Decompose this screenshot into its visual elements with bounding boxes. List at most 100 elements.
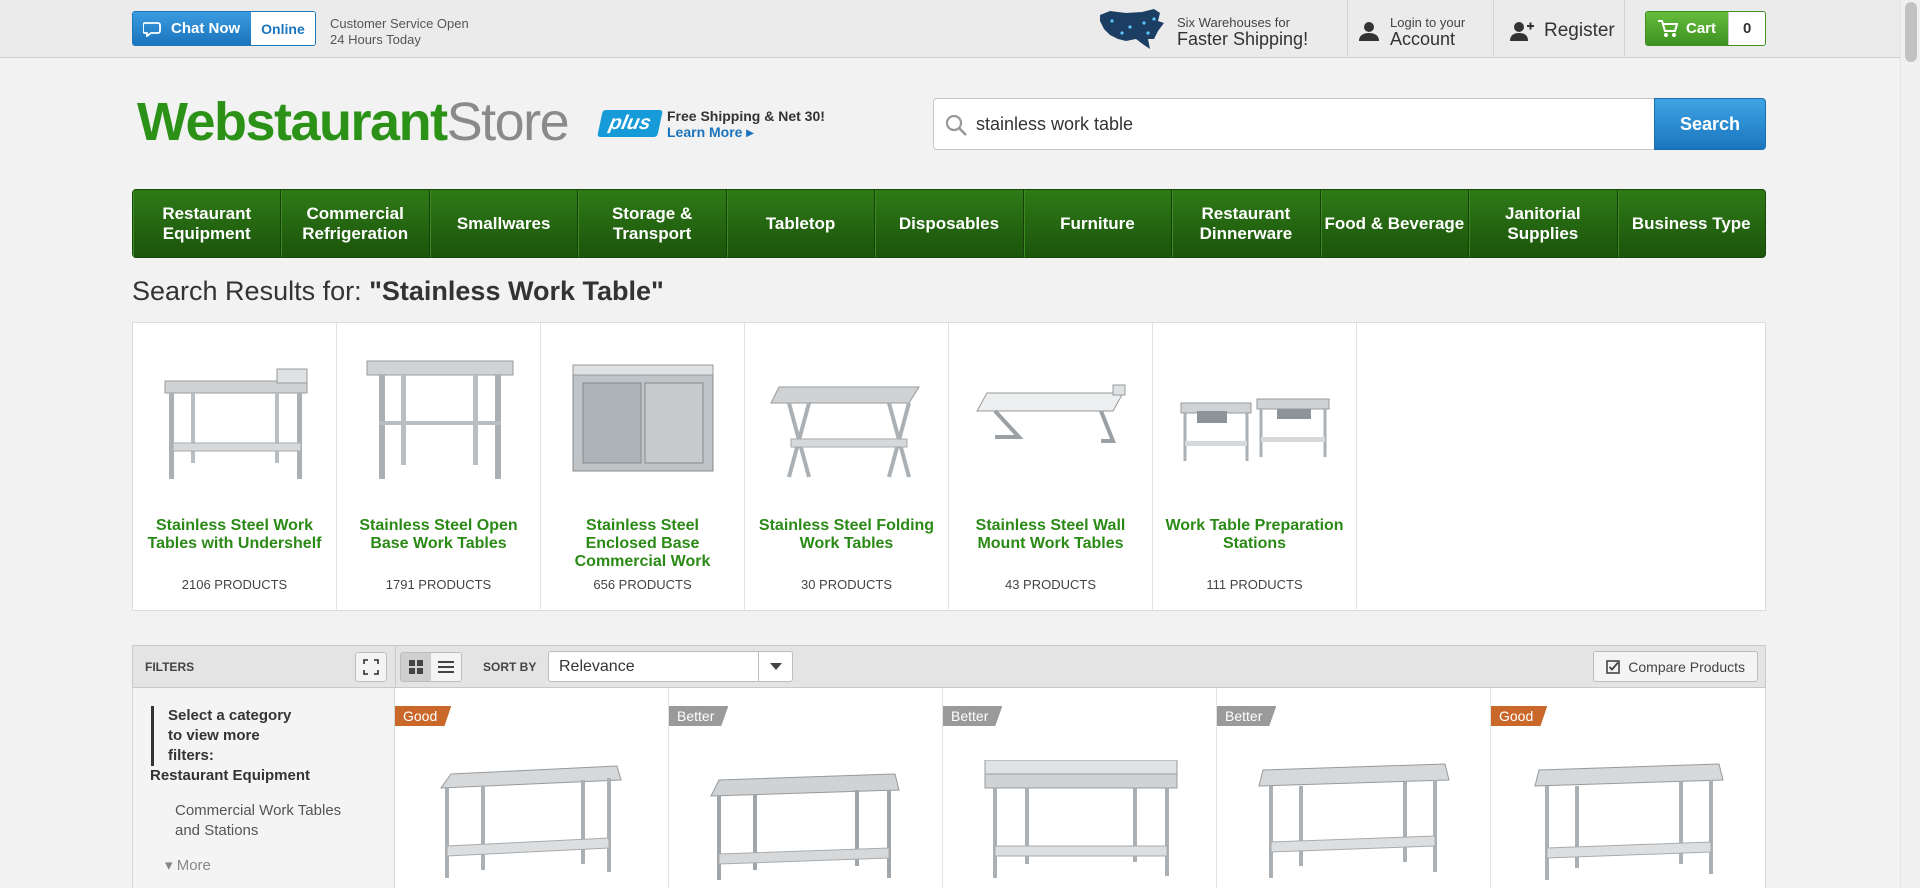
cart-icon bbox=[1658, 19, 1678, 37]
nav-item-restaurant-dinnerware[interactable]: Restaurant Dinnerware bbox=[1172, 190, 1321, 257]
register-link[interactable]: Register bbox=[1510, 20, 1615, 42]
expand-icon bbox=[363, 659, 379, 675]
cart-label-area[interactable]: Cart bbox=[1646, 12, 1729, 45]
category-count: 2106 PRODUCTS bbox=[181, 577, 288, 592]
nav-item-smallwares[interactable]: Smallwares bbox=[430, 190, 579, 257]
nav-item-tabletop[interactable]: Tabletop bbox=[727, 190, 876, 257]
view-toggle bbox=[400, 652, 462, 682]
plus-badge[interactable]: plus bbox=[597, 110, 663, 137]
category-name[interactable]: Stainless Steel Work Tables with Undersh… bbox=[141, 517, 328, 571]
scrollbar-thumb[interactable] bbox=[1905, 2, 1917, 62]
filter-sidebar: Select a category to view more filters: … bbox=[132, 688, 395, 888]
compare-products-label: Compare Products bbox=[1628, 658, 1745, 675]
account-login-link[interactable]: Login to your Account bbox=[1358, 14, 1465, 48]
register-label: Register bbox=[1544, 20, 1615, 41]
user-icon bbox=[1359, 22, 1379, 41]
folding-table-image bbox=[770, 386, 920, 478]
search-box bbox=[933, 98, 1654, 150]
category-tile[interactable]: Stainless Steel Enclosed Base Commercial… bbox=[541, 323, 745, 610]
grid-icon bbox=[409, 660, 423, 674]
customer-service-hours: Customer Service Open 24 Hours Today bbox=[330, 16, 469, 48]
cart-button[interactable]: Cart 0 bbox=[1645, 11, 1767, 46]
quality-badge: Good bbox=[1491, 706, 1548, 726]
service-line-2: 24 Hours Today bbox=[330, 32, 421, 47]
product-card[interactable]: Good bbox=[395, 688, 669, 888]
chat-now-text: Chat Now bbox=[171, 20, 241, 37]
product-image bbox=[984, 760, 1178, 878]
plus-promo: Free Shipping & Net 30! Learn More ▸ bbox=[667, 108, 825, 140]
list-view-button[interactable] bbox=[431, 653, 461, 681]
product-card[interactable]: Better bbox=[943, 688, 1217, 888]
cart-count: 0 bbox=[1728, 12, 1766, 45]
nav-item-disposables[interactable]: Disposables bbox=[875, 190, 1024, 257]
quality-badge: Better bbox=[943, 706, 1003, 726]
sidebar-more-link[interactable]: ▾ More bbox=[165, 856, 211, 874]
category-name[interactable]: Work Table Preparation Stations bbox=[1161, 517, 1348, 571]
search-button[interactable]: Search bbox=[1654, 98, 1766, 150]
category-count: 111 PRODUCTS bbox=[1206, 577, 1303, 592]
chat-bubble-icon bbox=[143, 21, 161, 37]
nav-item-storage-transport[interactable]: Storage & Transport bbox=[578, 190, 727, 257]
chat-now-label[interactable]: Chat Now bbox=[133, 12, 252, 45]
compare-products-button[interactable]: Compare Products bbox=[1593, 651, 1758, 682]
service-line-1: Customer Service Open bbox=[330, 16, 469, 31]
category-tile[interactable]: Stainless Steel Work Tables with Undersh… bbox=[133, 323, 337, 610]
nav-item-business-type[interactable]: Business Type bbox=[1618, 190, 1765, 257]
nav-item-furniture[interactable]: Furniture bbox=[1024, 190, 1173, 257]
account-line-2: Account bbox=[1390, 29, 1456, 49]
warehouse-promo[interactable]: Six Warehouses for Faster Shipping! bbox=[1177, 14, 1308, 48]
filter-bar: FILTERS SORT BY Relevance Compare Produc… bbox=[132, 645, 1766, 688]
sidebar-item-commercial-work-tables[interactable]: Commercial Work Tables and Stations bbox=[175, 801, 365, 841]
category-name[interactable]: Stainless Steel Enclosed Base Commercial… bbox=[549, 517, 736, 571]
divider bbox=[1493, 0, 1494, 58]
logo-primary: Webstaurant bbox=[137, 92, 448, 152]
category-count: 43 PRODUCTS bbox=[1004, 577, 1097, 592]
chevron-down-icon bbox=[758, 652, 792, 681]
plus-learn-more-link[interactable]: Learn More ▸ bbox=[667, 124, 825, 140]
expand-filters-button[interactable] bbox=[355, 652, 387, 682]
category-name[interactable]: Stainless Steel Wall Mount Work Tables bbox=[957, 517, 1144, 571]
search-results-title: Search Results for: "Stainless Work Tabl… bbox=[132, 276, 664, 307]
plus-tagline: Free Shipping & Net 30! bbox=[667, 108, 825, 124]
nav-item-janitorial-supplies[interactable]: Janitorial Supplies bbox=[1469, 190, 1618, 257]
chat-now-button[interactable]: Chat Now Online bbox=[132, 11, 316, 46]
nav-item-restaurant-equipment[interactable]: Restaurant Equipment bbox=[133, 190, 282, 257]
product-card[interactable]: Good bbox=[1491, 688, 1765, 888]
search-input[interactable] bbox=[976, 99, 1646, 149]
category-count: 1791 PRODUCTS bbox=[385, 577, 492, 592]
cart-label: Cart bbox=[1686, 20, 1717, 37]
us-warehouse-map-icon bbox=[1100, 9, 1164, 49]
search-icon bbox=[945, 114, 967, 136]
logo-secondary: Store bbox=[446, 92, 570, 152]
product-image bbox=[1258, 763, 1450, 878]
category-tile[interactable]: Work Table Preparation Stations 111 PROD… bbox=[1153, 323, 1357, 610]
nav-item-food-beverage[interactable]: Food & Beverage bbox=[1321, 190, 1470, 257]
prep-station-image bbox=[1180, 398, 1330, 461]
wall-mount-table-image bbox=[976, 384, 1126, 443]
category-tile[interactable]: Stainless Steel Folding Work Tables 30 P… bbox=[745, 323, 949, 610]
warehouse-line-2: Faster Shipping! bbox=[1177, 29, 1309, 49]
product-image bbox=[1534, 763, 1724, 880]
sort-select[interactable]: Relevance bbox=[548, 651, 793, 682]
sidebar-heading-restaurant-equipment[interactable]: Restaurant Equipment bbox=[150, 767, 310, 784]
divider bbox=[1624, 0, 1625, 58]
open-base-table-image bbox=[366, 360, 514, 479]
work-table-undershelf-image bbox=[164, 368, 308, 479]
chat-online-status: Online bbox=[251, 12, 315, 45]
category-name[interactable]: Stainless Steel Open Base Work Tables bbox=[345, 517, 532, 571]
enclosed-base-table-image bbox=[572, 364, 714, 472]
sort-select-value: Relevance bbox=[559, 658, 635, 675]
add-user-icon bbox=[1510, 22, 1534, 41]
sort-by-label: SORT BY bbox=[483, 660, 537, 674]
grid-view-button[interactable] bbox=[401, 653, 431, 681]
category-tile[interactable]: Stainless Steel Open Base Work Tables 17… bbox=[337, 323, 541, 610]
nav-item-commercial-refrigeration[interactable]: Commercial Refrigeration bbox=[281, 190, 430, 257]
product-image bbox=[439, 765, 622, 878]
main-nav: Restaurant Equipment Commercial Refriger… bbox=[132, 189, 1766, 258]
category-name[interactable]: Stainless Steel Folding Work Tables bbox=[753, 517, 940, 571]
page-scrollbar[interactable] bbox=[1900, 0, 1920, 888]
product-card[interactable]: Better bbox=[669, 688, 943, 888]
category-tile[interactable]: Stainless Steel Wall Mount Work Tables 4… bbox=[949, 323, 1153, 610]
product-card[interactable]: Better bbox=[1217, 688, 1491, 888]
site-logo[interactable]: WebstaurantStore bbox=[137, 92, 570, 152]
